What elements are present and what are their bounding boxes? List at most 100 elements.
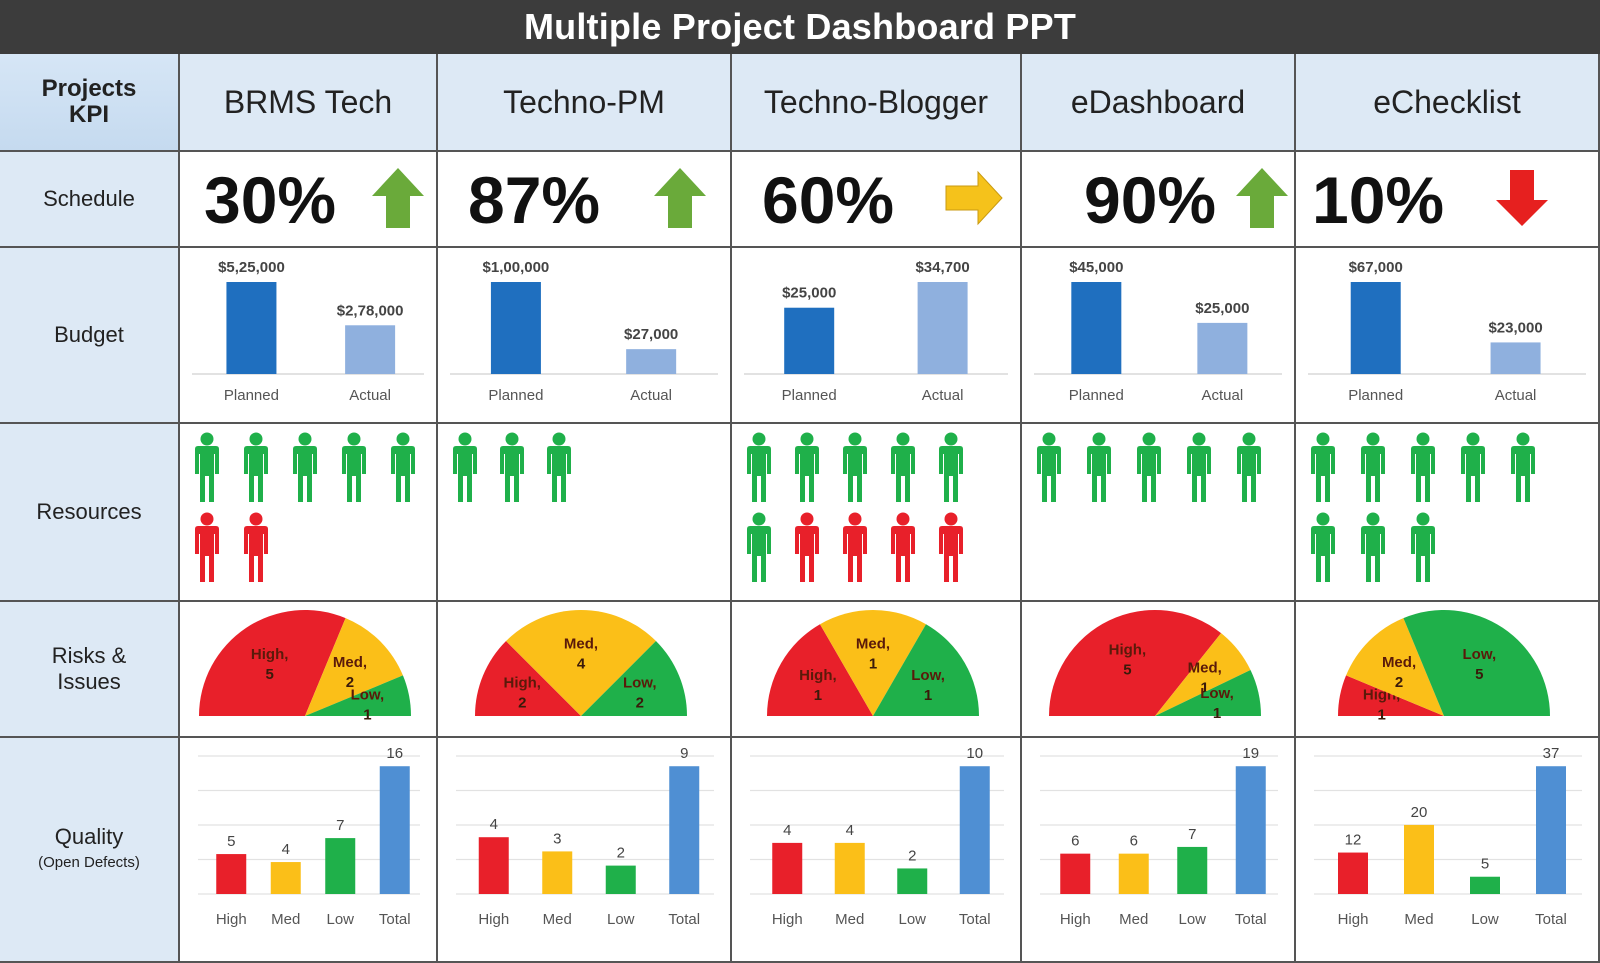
quality-value-label: 6 xyxy=(1130,833,1138,850)
trend-flat-arrow-icon xyxy=(945,170,1003,226)
risk-value: 1 xyxy=(1213,705,1221,722)
quality-bar-high xyxy=(216,854,247,894)
schedule-cell: 30% xyxy=(180,152,438,248)
quality-axis-label: High xyxy=(478,911,509,928)
resources-cell xyxy=(180,424,438,602)
resource-unavailable-person-icon xyxy=(195,512,219,582)
corner-label-line2: KPI xyxy=(68,101,109,128)
risk-value: 5 xyxy=(1475,666,1483,683)
schedule-percent: 87% xyxy=(468,163,601,237)
resource-available-person-icon xyxy=(500,432,524,502)
resource-unavailable-person-icon xyxy=(891,512,915,582)
row-label: Risks & xyxy=(51,643,127,668)
risk-label: Med, xyxy=(1382,654,1416,671)
budget-value-label: $25,000 xyxy=(782,285,836,302)
quality-chart-cell: 5 High 4 Med 7 Low 16 Total xyxy=(180,738,438,963)
quality-bar-low xyxy=(1470,876,1500,894)
dashboard-title: Multiple Project Dashboard PPT xyxy=(0,0,1600,54)
risk-label: Med, xyxy=(564,635,598,652)
risk-label: Low, xyxy=(1463,646,1497,663)
quality-axis-label: Med xyxy=(543,911,572,928)
resource-available-person-icon xyxy=(1187,432,1211,502)
resource-available-person-icon xyxy=(939,432,963,502)
row-head-schedule: Schedule xyxy=(0,152,180,248)
budget-axis-label: Actual xyxy=(922,387,964,404)
quality-bar-low xyxy=(1177,846,1208,894)
quality-axis-label: Total xyxy=(1235,911,1267,928)
resource-available-person-icon xyxy=(453,432,477,502)
schedule-cell: 90% xyxy=(1022,152,1296,248)
resource-unavailable-person-icon xyxy=(843,512,867,582)
quality-value-label: 37 xyxy=(1543,745,1560,762)
quality-bar-low xyxy=(605,865,636,894)
quality-value-label: 20 xyxy=(1411,804,1428,821)
quality-value-label: 7 xyxy=(336,817,344,834)
risk-label: Low, xyxy=(623,675,657,692)
risk-label: Med, xyxy=(856,635,890,652)
budget-value-label: $27,000 xyxy=(624,326,678,343)
resource-available-person-icon xyxy=(293,432,317,502)
quality-value-label: 9 xyxy=(680,745,688,762)
budget-axis-label: Actual xyxy=(1495,387,1537,404)
row-head-risks: Risks & Issues xyxy=(0,602,180,738)
budget-chart-cell: $45,000 Planned $25,000 Actual xyxy=(1022,248,1296,424)
quality-axis-label: Low xyxy=(1178,911,1206,928)
resource-available-person-icon xyxy=(1411,432,1435,502)
schedule-percent: 30% xyxy=(204,163,337,237)
quality-axis-label: Low xyxy=(607,911,635,928)
budget-chart-cell: $1,00,000 Planned $27,000 Actual xyxy=(438,248,732,424)
project-header-1: Techno-PM xyxy=(438,54,732,152)
row-label: Schedule xyxy=(43,186,135,211)
trend-up-arrow-icon xyxy=(654,168,706,228)
quality-value-label: 5 xyxy=(227,833,235,850)
resource-unavailable-person-icon xyxy=(939,512,963,582)
row-label: Budget xyxy=(54,322,124,347)
quality-bar-med xyxy=(1118,853,1149,894)
risk-value: 1 xyxy=(363,707,371,724)
row-head-resources: Resources xyxy=(0,424,180,602)
quality-value-label: 4 xyxy=(282,841,290,858)
quality-value-label: 3 xyxy=(553,830,561,847)
budget-chart-cell: $67,000 Planned $23,000 Actual xyxy=(1296,248,1600,424)
schedule-cell: 60% xyxy=(732,152,1022,248)
quality-bar-total xyxy=(379,766,410,894)
resources-cell xyxy=(1296,424,1600,602)
risk-value: 1 xyxy=(1377,707,1385,724)
row-label: Resources xyxy=(36,499,142,524)
quality-axis-label: Total xyxy=(959,911,991,928)
row-label: Issues xyxy=(57,669,121,694)
trend-up-arrow-icon xyxy=(1236,168,1288,228)
budget-chart-cell: $5,25,000 Planned $2,78,000 Actual xyxy=(180,248,438,424)
quality-bar-total xyxy=(959,766,990,894)
project-name: Techno-PM xyxy=(503,83,665,120)
budget-axis-label: Planned xyxy=(782,387,837,404)
quality-value-label: 12 xyxy=(1345,832,1362,849)
quality-axis-label: Total xyxy=(379,911,411,928)
resource-available-person-icon xyxy=(795,432,819,502)
budget-bar-actual xyxy=(626,349,677,374)
risk-value: 1 xyxy=(924,687,932,704)
risk-value: 5 xyxy=(1123,662,1131,679)
corner-header: Projects KPI xyxy=(0,54,180,152)
quality-chart-cell: 12 High 20 Med 5 Low 37 Total xyxy=(1296,738,1600,963)
quality-chart-cell: 4 High 3 Med 2 Low 9 Total xyxy=(438,738,732,963)
quality-value-label: 6 xyxy=(1071,833,1079,850)
risks-chart-cell: High, 5 Med, 1 Low, 1 xyxy=(1022,602,1296,738)
resource-available-person-icon xyxy=(1037,432,1061,502)
risk-value: 2 xyxy=(636,695,644,712)
resources-cell xyxy=(732,424,1022,602)
budget-bar-planned xyxy=(490,282,541,374)
row-label: Quality xyxy=(54,823,124,849)
resource-unavailable-person-icon xyxy=(795,512,819,582)
resource-available-person-icon xyxy=(195,432,219,502)
risks-chart-cell: High, 1 Med, 1 Low, 1 xyxy=(732,602,1022,738)
quality-bar-low xyxy=(897,868,928,894)
resource-available-person-icon xyxy=(1461,432,1485,502)
quality-value-label: 10 xyxy=(966,745,983,762)
kpi-grid: Projects KPI Schedule Budget Resources R… xyxy=(0,54,1600,963)
quality-chart-cell: 6 High 6 Med 7 Low 19 Total xyxy=(1022,738,1296,963)
risk-label: High, xyxy=(251,646,289,663)
quality-axis-label: Low xyxy=(1471,911,1499,928)
quality-value-label: 2 xyxy=(908,847,916,864)
row-sublabel: (Open Defects) xyxy=(38,853,140,871)
